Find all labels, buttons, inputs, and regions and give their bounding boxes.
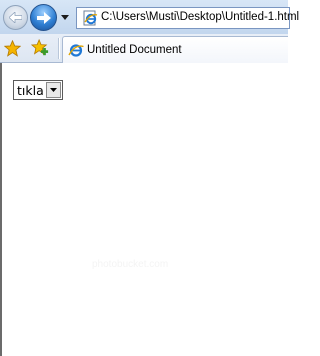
select-value: tıkla <box>17 83 44 98</box>
chevron-down-icon <box>50 88 57 92</box>
forward-arrow-icon <box>36 11 51 24</box>
address-text: C:\Users\Musti\Desktop\Untitled-1.html <box>101 11 300 23</box>
page-content: tıkla photobucket.com <box>0 63 288 356</box>
history-dropdown-button[interactable] <box>60 11 70 23</box>
navigation-bar: C:\Users\Musti\Desktop\Untitled-1.html <box>0 0 299 34</box>
forward-button[interactable] <box>30 4 57 31</box>
tab-title: Untitled Document <box>87 44 182 56</box>
chevron-down-icon <box>61 14 69 20</box>
tab-bar: Untitled Document <box>0 34 288 63</box>
watermark: photobucket.com <box>92 259 169 270</box>
add-favorite-icon[interactable] <box>31 39 49 57</box>
dropdown-select[interactable]: tıkla <box>13 80 63 100</box>
back-button[interactable] <box>3 5 28 30</box>
ie-page-icon <box>68 44 84 57</box>
tab-untitled-document[interactable]: Untitled Document <box>62 36 288 63</box>
ie-page-icon <box>83 10 98 26</box>
back-arrow-icon <box>9 12 22 23</box>
star-icon[interactable] <box>4 40 21 57</box>
select-arrow-button[interactable] <box>46 82 61 98</box>
address-bar[interactable]: C:\Users\Musti\Desktop\Untitled-1.html <box>76 7 299 29</box>
tab-separator <box>58 38 60 59</box>
